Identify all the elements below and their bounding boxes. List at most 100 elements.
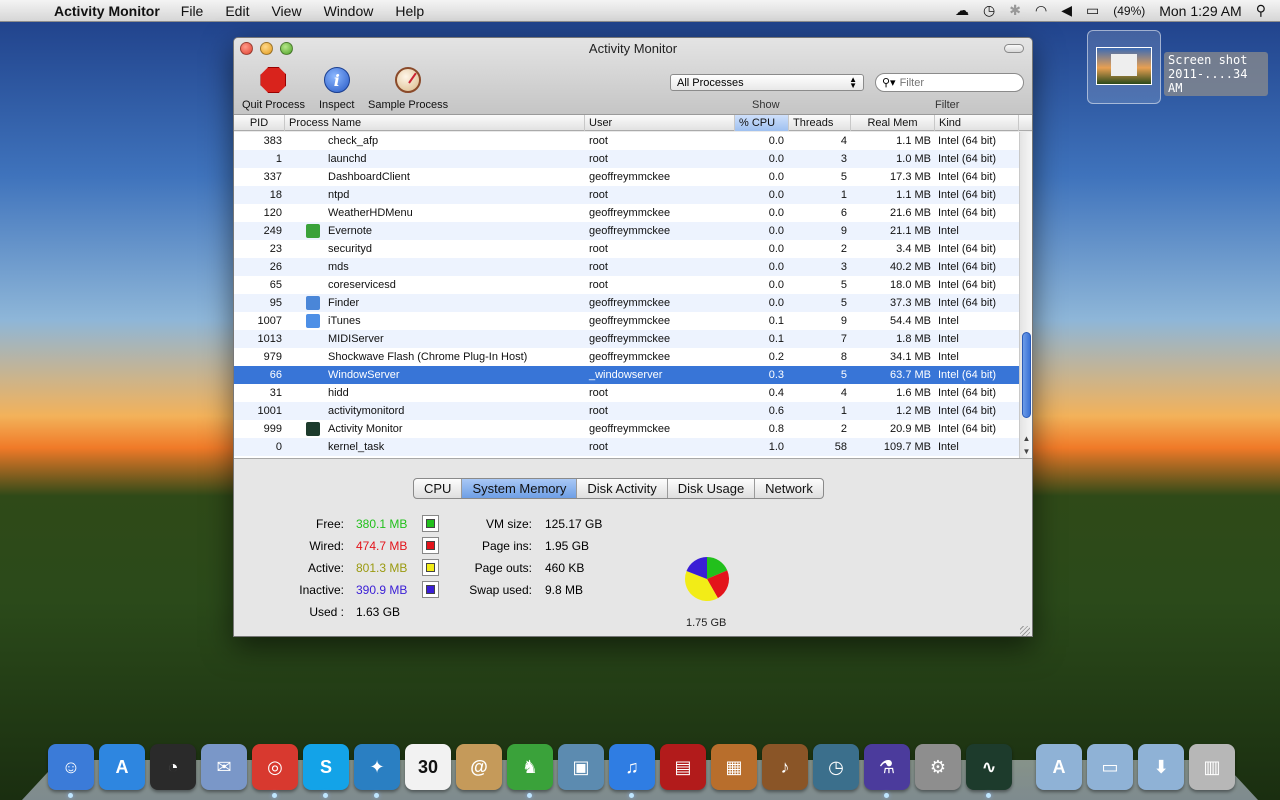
process-name-cell: kernel_task: [328, 441, 385, 453]
table-row[interactable]: 1007 iTunes geoffreymmckee 0.1 9 54.4 MB Intel: [234, 312, 1019, 330]
dock-garageband-icon[interactable]: ♪: [762, 744, 808, 790]
table-row[interactable]: 1001 activitymonitord root 0.6 1 1.2 MB Intel …: [234, 402, 1019, 420]
menu-edit[interactable]: Edit: [214, 3, 260, 19]
dock-applications-folder-icon[interactable]: A: [1036, 744, 1082, 790]
table-row[interactable]: 18 ntpd root 0.0 1 1.1 MB Intel (64 bit): [234, 186, 1019, 204]
table-row[interactable]: 23 securityd root 0.0 2 3.4 MB Intel (64 bit): [234, 240, 1019, 258]
tab-disk-activity[interactable]: Disk Activity: [577, 479, 668, 498]
dock-ical-icon[interactable]: 30: [405, 744, 451, 790]
screenshot-file-label[interactable]: Screen shot 2011-....34 AM: [1164, 52, 1268, 96]
threads-cell: 5: [840, 279, 847, 291]
free-color-swatch[interactable]: [422, 515, 439, 532]
real-mem-cell: 109.7 MB: [883, 441, 931, 453]
inactive-color-swatch[interactable]: [422, 581, 439, 598]
toolbar-toggle-button[interactable]: [1004, 44, 1024, 53]
battery-percentage[interactable]: (49%): [1113, 4, 1145, 18]
dock-chrome-icon[interactable]: ◎: [252, 744, 298, 798]
volume-icon[interactable]: ◀: [1061, 2, 1072, 19]
menu-file[interactable]: File: [170, 3, 215, 19]
real-mem-cell: 21.6 MB: [890, 207, 931, 219]
cloud-icon[interactable]: ☁: [955, 2, 969, 19]
column-header-cpu[interactable]: % CPU ▲: [735, 115, 789, 145]
dock-app-store-icon[interactable]: A: [99, 744, 145, 790]
dock-evernote-icon[interactable]: ♞: [507, 744, 553, 798]
battery-icon[interactable]: ▭: [1086, 2, 1099, 19]
dock-mail-icon[interactable]: ✉: [201, 744, 247, 790]
dock-system-preferences-icon[interactable]: ⚙: [915, 744, 961, 790]
filter-search-field[interactable]: ⚲▾: [875, 73, 1024, 92]
dock-finder-icon[interactable]: ☺: [48, 744, 94, 798]
resize-grip-icon[interactable]: [1020, 626, 1030, 636]
table-row[interactable]: 383 check_afp root 0.0 4 1.1 MB Intel (64 bit): [234, 132, 1019, 150]
dock-iphoto-icon[interactable]: ▣: [558, 744, 604, 790]
bluetooth-icon[interactable]: ✱: [1009, 2, 1021, 19]
table-row[interactable]: 1013 MIDIServer geoffreymmckee 0.1 7 1.8 MB In…: [234, 330, 1019, 348]
tab-network[interactable]: Network: [755, 479, 823, 498]
column-header-user[interactable]: User: [585, 115, 735, 131]
scroll-up-arrow-icon[interactable]: ▲: [1020, 432, 1032, 445]
tab-system-memory[interactable]: System Memory: [462, 479, 578, 498]
process-filter-select[interactable]: All Processes ▲ ▼: [670, 74, 864, 91]
dock-twitter-icon[interactable]: ✦: [354, 744, 400, 798]
table-row[interactable]: 999 Activity Monitor geoffreymmckee 0.8 2 20.…: [234, 420, 1019, 438]
dock-trash-icon[interactable]: ▥: [1189, 744, 1235, 790]
active-color-swatch[interactable]: [422, 559, 439, 576]
column-header-process-name[interactable]: Process Name: [285, 115, 585, 131]
vm-size-value: 125.17 GB: [545, 517, 603, 531]
used-label: Used :: [309, 605, 344, 619]
pid-cell: 26: [269, 261, 282, 273]
tab-cpu[interactable]: CPU: [414, 479, 463, 498]
table-row[interactable]: 95 Finder geoffreymmckee 0.0 5 37.3 MB Intel (…: [234, 294, 1019, 312]
menu-window[interactable]: Window: [313, 3, 385, 19]
table-row[interactable]: 1 launchd root 0.0 3 1.0 MB Intel (64 bit): [234, 150, 1019, 168]
quit-process-button[interactable]: Quit Process: [242, 65, 305, 111]
dock-image-capture-icon[interactable]: ▦: [711, 744, 757, 790]
column-header-kind[interactable]: Kind: [935, 115, 1019, 131]
column-header-cpu-label: % CPU: [739, 117, 776, 129]
table-row[interactable]: 65 coreservicesd root 0.0 5 18.0 MB Intel (64 …: [234, 276, 1019, 294]
tab-disk-usage[interactable]: Disk Usage: [668, 479, 756, 498]
kind-cell: Intel: [938, 315, 959, 327]
menu-help[interactable]: Help: [384, 3, 435, 19]
dock-itunes-icon[interactable]: ♫: [609, 744, 655, 798]
menu-view[interactable]: View: [260, 3, 312, 19]
sample-process-button[interactable]: Sample Process: [368, 65, 448, 111]
clock[interactable]: Mon 1:29 AM: [1159, 3, 1242, 19]
real-mem-cell: 20.9 MB: [890, 423, 931, 435]
kind-cell: Intel (64 bit): [938, 369, 997, 381]
table-row[interactable]: 66 WindowServer _windowserver 0.3 5 63.7 MB In…: [234, 366, 1019, 384]
filter-input[interactable]: [899, 76, 1010, 89]
dock-activity-monitor-icon[interactable]: ∿: [966, 744, 1012, 798]
dock-dashboard-icon[interactable]: ◔: [150, 744, 196, 790]
table-row[interactable]: 979 Shockwave Flash (Chrome Plug-In Host)…: [234, 348, 1019, 366]
table-row[interactable]: 31 hidd root 0.4 4 1.6 MB Intel (64 bit): [234, 384, 1019, 402]
table-row[interactable]: 337 DashboardClient geoffreymmckee 0.0 5 17.3…: [234, 168, 1019, 186]
column-header-real-mem[interactable]: Real Mem: [851, 115, 935, 131]
column-header-threads[interactable]: Threads: [789, 115, 851, 131]
table-row[interactable]: 26 mds root 0.0 3 40.2 MB Intel (64 bit): [234, 258, 1019, 276]
table-row[interactable]: 0 kernel_task root 1.0 58 109.7 MB Intel: [234, 438, 1019, 456]
dock-documents-folder-icon[interactable]: ▭: [1087, 744, 1133, 790]
dock-downloads-folder-icon[interactable]: ⬇: [1138, 744, 1184, 790]
time-machine-icon[interactable]: ◷: [983, 2, 995, 19]
real-mem-cell: 1.0 MB: [896, 153, 931, 165]
process-table-scrollbar[interactable]: ▲ ▼: [1019, 132, 1032, 458]
dock-instruments-icon[interactable]: ⚗: [864, 744, 910, 798]
screenshot-file-icon[interactable]: [1087, 30, 1161, 104]
dock-photo-booth-icon[interactable]: ▤: [660, 744, 706, 790]
dock-skype-icon[interactable]: S: [303, 744, 349, 798]
dock-address-book-icon[interactable]: @: [456, 744, 502, 790]
wifi-icon[interactable]: ◠: [1035, 2, 1047, 19]
table-row[interactable]: 249 Evernote geoffreymmckee 0.0 9 21.1 MB Inte…: [234, 222, 1019, 240]
app-menu[interactable]: Activity Monitor: [40, 3, 170, 19]
inspect-button[interactable]: i Inspect: [319, 65, 354, 111]
cpu-cell: 0.0: [768, 225, 784, 237]
scroll-down-arrow-icon[interactable]: ▼: [1020, 445, 1032, 458]
user-cell: root: [589, 189, 608, 201]
spotlight-icon[interactable]: ⚲: [1256, 2, 1266, 19]
scrollbar-thumb[interactable]: [1022, 332, 1031, 418]
table-row[interactable]: 120 WeatherHDMenu geoffreymmckee 0.0 6 21.6 M…: [234, 204, 1019, 222]
column-header-pid[interactable]: PID: [234, 115, 285, 131]
dock-time-machine-icon[interactable]: ◷: [813, 744, 859, 790]
wired-color-swatch[interactable]: [422, 537, 439, 554]
